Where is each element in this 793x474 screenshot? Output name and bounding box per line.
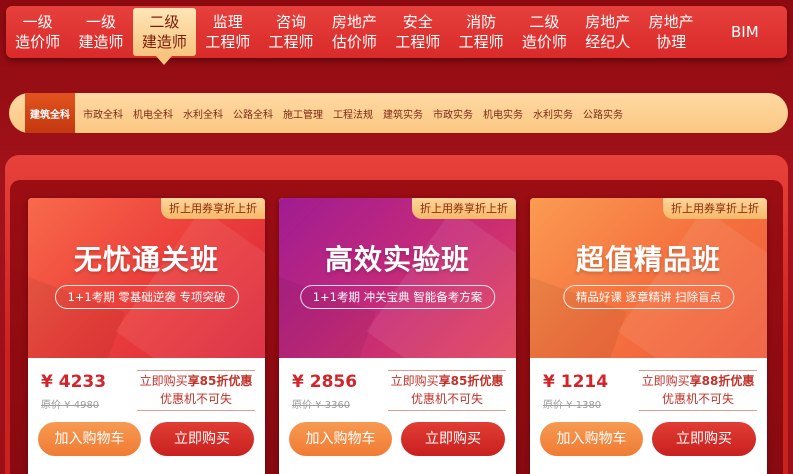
promo-line: 立即购买享88折优惠 xyxy=(639,370,757,390)
course-title: 无忧通关班 xyxy=(73,243,219,276)
promo-note: 优惠机不可失 xyxy=(639,390,757,411)
add-to-cart-button[interactable]: 加入购物车 xyxy=(540,422,643,456)
current-price: ¥ 2856 xyxy=(292,372,358,392)
nav-item-line1: 咨询 xyxy=(276,13,307,31)
nav-item-line2: 工程师 xyxy=(268,33,314,51)
nav-item-line2: 建造师 xyxy=(141,33,187,51)
card-header: 折上用券享折上折 高效实验班 1+1考期 冲关宝典 智能备考方案 xyxy=(279,198,516,425)
card-header: 折上用券享折上折 无忧通关班 1+1考期 零基础逆袭 专项突破 xyxy=(28,198,265,425)
promo-note: 优惠机不可失 xyxy=(388,390,506,411)
nav-item-line2: 协理 xyxy=(656,33,687,51)
card-body: ¥ 1214 原价 ¥ 1380 立即购买享88折优惠 优惠机不可失 加入购物车… xyxy=(530,358,767,474)
nav-item-line1: 房地产 xyxy=(585,13,631,31)
coupon-badge: 折上用券享折上折 xyxy=(412,198,516,219)
nav-item-line1: 安全 xyxy=(402,13,433,31)
nav-item-label: BIM xyxy=(731,23,759,41)
nav-item-fangdichan-jingjiren[interactable]: 房地产 经纪人 xyxy=(576,6,639,58)
nav-item-line2: 造价师 xyxy=(15,33,61,51)
card-header: 折上用券享折上折 超值精品班 精品好课 逐章精讲 扫除盲点 xyxy=(530,198,767,425)
tab-shigong-guanli[interactable]: 施工管理 xyxy=(278,93,328,133)
nav-item-line2: 估价师 xyxy=(331,33,377,51)
nav-item-line1: 一级 xyxy=(86,13,117,31)
course-card: 折上用券享折上折 超值精品班 精品好课 逐章精讲 扫除盲点 ¥ 1214 原价 … xyxy=(530,198,767,474)
nav-item-xiaofang-gongchengshi[interactable]: 消防 工程师 xyxy=(449,6,512,58)
subject-tabs: 建筑全科 市政全科 机电全科 水利全科 公路全科 施工管理 工程法规 建筑实务 … xyxy=(9,93,788,133)
nav-item-fangdichan-xieli[interactable]: 房地产 协理 xyxy=(639,6,702,58)
tab-jianzhu-shiwu[interactable]: 建筑实务 xyxy=(378,93,428,133)
nav-item-line1: 房地产 xyxy=(648,13,694,31)
add-to-cart-button[interactable]: 加入购物车 xyxy=(289,422,392,456)
nav-item-line2: 工程师 xyxy=(205,33,251,51)
course-tags: 1+1考期 零基础逆袭 专项突破 xyxy=(54,285,239,309)
promo-discount: 享85折优惠 xyxy=(187,374,253,388)
promo-note: 优惠机不可失 xyxy=(137,390,255,411)
tab-jianzhu-quanke[interactable]: 建筑全科 xyxy=(25,93,75,133)
course-card: 折上用券享折上折 无忧通关班 1+1考期 零基础逆袭 专项突破 ¥ 4233 原… xyxy=(28,198,265,474)
exam-category-nav: 一级 造价师 一级 建造师 二级 建造师 监理 工程师 咨询 工程师 房地产 估… xyxy=(6,6,787,65)
card-body: ¥ 4233 原价 ¥ 4980 立即购买享85折优惠 优惠机不可失 加入购物车… xyxy=(28,358,265,474)
course-title: 高效实验班 xyxy=(324,243,470,276)
nav-item-line1: 二级 xyxy=(149,13,180,31)
nav-item-erji-zaojiashi[interactable]: 二级 造价师 xyxy=(513,6,576,58)
coupon-badge: 折上用券享折上折 xyxy=(161,198,265,219)
course-tags: 1+1考期 冲关宝典 智能备考方案 xyxy=(299,285,496,309)
promo-text: 立即购买享85折优惠 优惠机不可失 xyxy=(388,370,506,411)
nav-item-line2: 工程师 xyxy=(395,33,441,51)
tab-gongcheng-fagui[interactable]: 工程法规 xyxy=(328,93,378,133)
tab-gonglu-quanke[interactable]: 公路全科 xyxy=(228,93,278,133)
promo-prefix: 立即购买 xyxy=(139,374,188,388)
course-tags: 精品好课 逐章精讲 扫除盲点 xyxy=(562,285,735,309)
add-to-cart-button[interactable]: 加入购物车 xyxy=(38,422,141,456)
nav-item-bim[interactable]: BIM xyxy=(703,6,787,58)
nav-item-line1: 二级 xyxy=(529,13,560,31)
promo-discount: 享88折优惠 xyxy=(689,374,755,388)
tab-shizheng-shiwu[interactable]: 市政实务 xyxy=(428,93,478,133)
buy-now-button[interactable]: 立即购买 xyxy=(401,422,505,456)
original-price: 原价 ¥ 4980 xyxy=(41,400,100,411)
nav-item-line1: 一级 xyxy=(22,13,53,31)
nav-item-zixun-gongchengshi[interactable]: 咨询 工程师 xyxy=(259,6,322,58)
promo-prefix: 立即购买 xyxy=(641,374,690,388)
promo-line: 立即购买享85折优惠 xyxy=(388,370,506,390)
tab-shuili-quanke[interactable]: 水利全科 xyxy=(178,93,228,133)
nav-item-line2: 工程师 xyxy=(458,33,504,51)
nav-item-line1: 房地产 xyxy=(331,13,377,31)
nav-item-line1: 监理 xyxy=(212,13,243,31)
nav-item-line2: 经纪人 xyxy=(585,33,631,51)
promo-prefix: 立即购买 xyxy=(390,374,439,388)
tab-shizheng-quanke[interactable]: 市政全科 xyxy=(78,93,128,133)
nav-item-erji-jianzaoshi[interactable]: 二级 建造师 xyxy=(132,8,197,65)
promo-text: 立即购买享88折优惠 优惠机不可失 xyxy=(639,370,757,411)
nav-item-line2: 造价师 xyxy=(521,33,567,51)
nav-item-jianli-gongchengshi[interactable]: 监理 工程师 xyxy=(196,6,259,58)
current-price: ¥ 1214 xyxy=(543,372,609,392)
nav-item-yiji-zaojiashi[interactable]: 一级 造价师 xyxy=(6,6,69,58)
current-price: ¥ 4233 xyxy=(41,372,107,392)
tab-jidian-shiwu[interactable]: 机电实务 xyxy=(478,93,528,133)
nav-item-line2: 建造师 xyxy=(78,33,124,51)
nav-item-fangdichan-gujiashi[interactable]: 房地产 估价师 xyxy=(323,6,386,58)
coupon-badge: 折上用券享折上折 xyxy=(663,198,767,219)
nav-item-yiji-jianzaoshi[interactable]: 一级 建造师 xyxy=(69,6,132,58)
course-title: 超值精品班 xyxy=(575,243,721,276)
promo-line: 立即购买享85折优惠 xyxy=(137,370,255,390)
original-price: 原价 ¥ 3360 xyxy=(292,400,351,411)
tab-jidian-quanke[interactable]: 机电全科 xyxy=(128,93,178,133)
course-card: 折上用券享折上折 高效实验班 1+1考期 冲关宝典 智能备考方案 ¥ 2856 … xyxy=(279,198,516,474)
buy-now-button[interactable]: 立即购买 xyxy=(652,422,756,456)
original-price: 原价 ¥ 1380 xyxy=(543,400,602,411)
promo-discount: 享85折优惠 xyxy=(438,374,504,388)
card-body: ¥ 2856 原价 ¥ 3360 立即购买享85折优惠 优惠机不可失 加入购物车… xyxy=(279,358,516,474)
promo-text: 立即购买享85折优惠 优惠机不可失 xyxy=(137,370,255,411)
tab-gonglu-shiwu[interactable]: 公路实务 xyxy=(578,93,628,133)
tab-shuili-shiwu[interactable]: 水利实务 xyxy=(528,93,578,133)
nav-item-anquan-gongchengshi[interactable]: 安全 工程师 xyxy=(386,6,449,58)
nav-item-line1: 消防 xyxy=(466,13,497,31)
buy-now-button[interactable]: 立即购买 xyxy=(150,422,254,456)
